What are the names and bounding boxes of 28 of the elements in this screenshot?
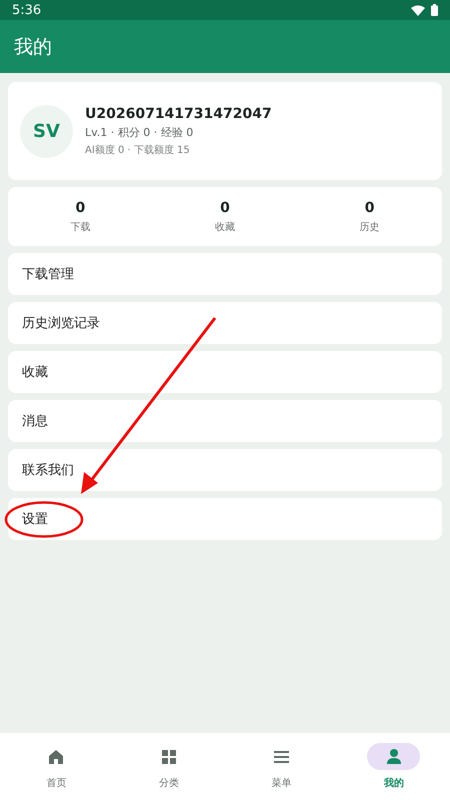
quota-info: AI额度 0 · 下载额度 15 <box>85 144 191 156</box>
counter-label: 历史 <box>360 220 380 234</box>
home-icon <box>48 748 64 764</box>
menu-item[interactable]: 下载管理 <box>8 253 442 295</box>
avatar: SV <box>20 104 73 158</box>
counter-label: 下载 <box>70 220 90 234</box>
person-icon <box>386 749 401 764</box>
nav-tab[interactable]: 分类 <box>112 733 225 800</box>
counter-value: 0 <box>75 200 86 216</box>
grid-icon <box>162 750 176 764</box>
level-info: Lv.1 · 积分 0 · 经验 0 <box>85 124 194 140</box>
counter-value: 0 <box>220 200 230 216</box>
menu-item[interactable]: 联系我们 <box>8 449 442 491</box>
counter-label: 收藏 <box>215 220 235 234</box>
menu-item[interactable]: 设置 <box>8 498 442 540</box>
counter-value: 0 <box>364 200 375 216</box>
nav-tab[interactable]: 首页 <box>0 733 112 800</box>
menu-item[interactable]: 收藏 <box>8 351 442 393</box>
nav-tab[interactable]: 菜单 <box>225 733 338 800</box>
username: U202607141731472047 <box>85 106 272 122</box>
page-title: 我的 <box>14 34 52 60</box>
battery-icon <box>431 4 438 16</box>
nav-tab[interactable]: 我的 <box>338 733 450 800</box>
wifi-icon <box>411 4 425 16</box>
menu-item[interactable]: 历史浏览记录 <box>8 302 442 344</box>
menu-item[interactable]: 消息 <box>8 400 442 442</box>
status-time: 5:36 <box>12 2 42 18</box>
menu-icon <box>274 750 289 762</box>
